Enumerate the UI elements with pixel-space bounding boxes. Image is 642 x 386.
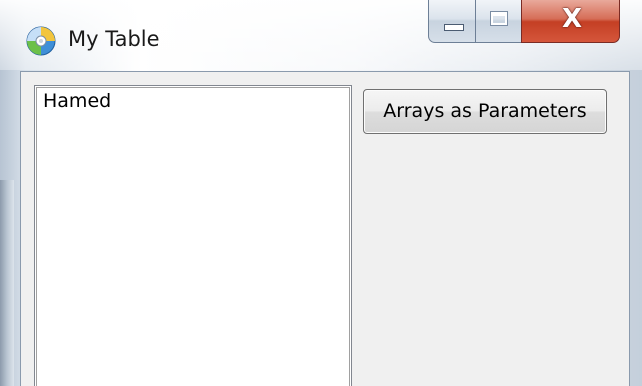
- caption-buttons: X: [428, 0, 620, 44]
- list-item[interactable]: Hamed: [43, 90, 111, 112]
- close-button[interactable]: X: [521, 0, 620, 43]
- client-area: Hamed Arrays as Parameters: [20, 71, 630, 386]
- app-disc-icon: [26, 26, 56, 56]
- maximize-button[interactable]: [475, 0, 522, 43]
- minimize-icon: [444, 24, 464, 31]
- window-title: My Table: [68, 27, 160, 51]
- minimize-button[interactable]: [428, 0, 476, 43]
- close-icon: X: [561, 4, 583, 34]
- arrays-as-parameters-button[interactable]: Arrays as Parameters: [363, 89, 607, 134]
- window-frame: My Table X Hamed Arrays as Parameters: [0, 0, 642, 386]
- frame-left-edge: [0, 180, 14, 386]
- maximize-icon: [490, 11, 508, 26]
- name-list[interactable]: Hamed: [34, 85, 352, 386]
